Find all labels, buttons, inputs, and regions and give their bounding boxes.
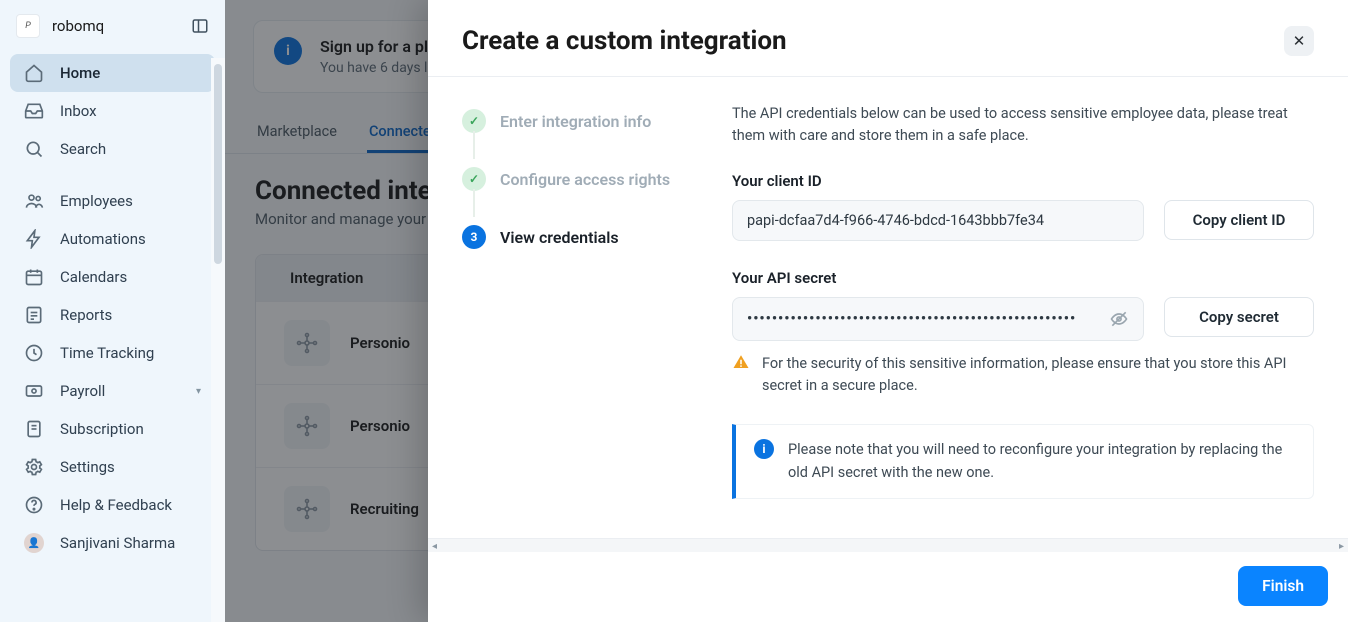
automations-icon [24, 229, 44, 249]
check-icon: ✓ [462, 167, 486, 191]
sidebar-item-label: Time Tracking [60, 344, 154, 362]
info-note-text: Please note that you will need to reconf… [788, 439, 1295, 484]
sidebar-item-label: Payroll [60, 382, 105, 400]
reports-icon [24, 305, 44, 325]
workspace-logo: P [16, 14, 40, 38]
api-secret-field[interactable]: ••••••••••••••••••••••••••••••••••••••••… [732, 297, 1144, 341]
gear-icon [24, 457, 44, 477]
toggle-visibility-icon[interactable] [1109, 309, 1129, 329]
sidebar-item-help[interactable]: Help & Feedback [10, 486, 215, 524]
clock-icon [24, 343, 44, 363]
sidebar-item-label: Calendars [60, 268, 127, 286]
step-label: Enter integration info [500, 112, 651, 131]
sidebar-item-label: Help & Feedback [60, 496, 172, 514]
sidebar-item-label: Search [60, 140, 106, 158]
panel-lead-text: The API credentials below can be used to… [732, 103, 1314, 148]
finish-button[interactable]: Finish [1238, 566, 1328, 606]
sidebar-item-label: Settings [60, 458, 115, 476]
inbox-icon [24, 101, 44, 121]
create-integration-panel: Create a custom integration ✕ ✓ Enter in… [428, 0, 1348, 622]
sidebar-item-reports[interactable]: Reports [10, 296, 215, 334]
step-number-icon: 3 [462, 225, 486, 249]
sidebar-item-subscription[interactable]: Subscription [10, 410, 215, 448]
sidebar-item-payroll[interactable]: Payroll ▾ [10, 372, 215, 410]
calendar-icon [24, 267, 44, 287]
warning-icon [732, 353, 750, 371]
panel-title: Create a custom integration [462, 26, 787, 56]
sidebar-collapse-icon[interactable] [191, 17, 209, 35]
sidebar-item-label: Employees [60, 192, 133, 210]
info-note: i Please note that you will need to reco… [732, 424, 1314, 499]
close-icon: ✕ [1293, 32, 1306, 50]
client-id-value: papi-dcfaa7d4-f966-4746-bdcd-1643bbb7fe3… [747, 212, 1044, 229]
step-label: Configure access rights [500, 170, 670, 189]
sidebar-item-label: Home [60, 64, 100, 82]
client-id-field[interactable]: papi-dcfaa7d4-f966-4746-bdcd-1643bbb7fe3… [732, 200, 1144, 241]
home-icon [24, 63, 44, 83]
sidebar-item-settings[interactable]: Settings [10, 448, 215, 486]
sidebar: P robomq Home Inbox Search E [0, 0, 225, 622]
stepper: ✓ Enter integration info ✓ Configure acc… [462, 103, 692, 528]
step-access-rights: ✓ Configure access rights [462, 161, 692, 219]
sidebar-item-label: Reports [60, 306, 112, 324]
search-icon [24, 139, 44, 159]
api-secret-value: ••••••••••••••••••••••••••••••••••••••••… [747, 310, 1076, 327]
close-button[interactable]: ✕ [1284, 26, 1314, 56]
sidebar-item-label: Automations [60, 230, 146, 248]
sidebar-item-label: Subscription [60, 420, 144, 438]
subscription-icon [24, 419, 44, 439]
sidebar-scrollbar[interactable] [211, 58, 225, 622]
employees-icon [24, 191, 44, 211]
sidebar-item-home[interactable]: Home [10, 54, 215, 92]
user-name: Sanjivani Sharma [60, 534, 175, 552]
api-secret-label: Your API secret [732, 269, 1314, 287]
step-view-credentials: 3 View credentials [462, 219, 692, 277]
check-icon: ✓ [462, 109, 486, 133]
sidebar-item-user[interactable]: 👤 Sanjivani Sharma [10, 524, 215, 562]
sidebar-item-calendars[interactable]: Calendars [10, 258, 215, 296]
sidebar-item-employees[interactable]: Employees [10, 182, 215, 220]
chevron-down-icon: ▾ [196, 386, 201, 397]
horizontal-scrollbar[interactable] [428, 538, 1348, 552]
payroll-icon [24, 381, 44, 401]
user-avatar: 👤 [24, 533, 44, 553]
sidebar-item-inbox[interactable]: Inbox [10, 92, 215, 130]
copy-secret-button[interactable]: Copy secret [1164, 297, 1314, 337]
copy-client-id-button[interactable]: Copy client ID [1164, 200, 1314, 240]
sidebar-item-search[interactable]: Search [10, 130, 215, 168]
info-icon: i [754, 439, 774, 459]
help-icon [24, 495, 44, 515]
security-warning-text: For the security of this sensitive infor… [762, 353, 1314, 397]
step-label: View credentials [500, 228, 619, 247]
client-id-label: Your client ID [732, 172, 1314, 190]
workspace-name: robomq [52, 17, 179, 35]
sidebar-item-automations[interactable]: Automations [10, 220, 215, 258]
sidebar-item-label: Inbox [60, 102, 97, 120]
step-enter-info: ✓ Enter integration info [462, 103, 692, 161]
sidebar-item-time-tracking[interactable]: Time Tracking [10, 334, 215, 372]
